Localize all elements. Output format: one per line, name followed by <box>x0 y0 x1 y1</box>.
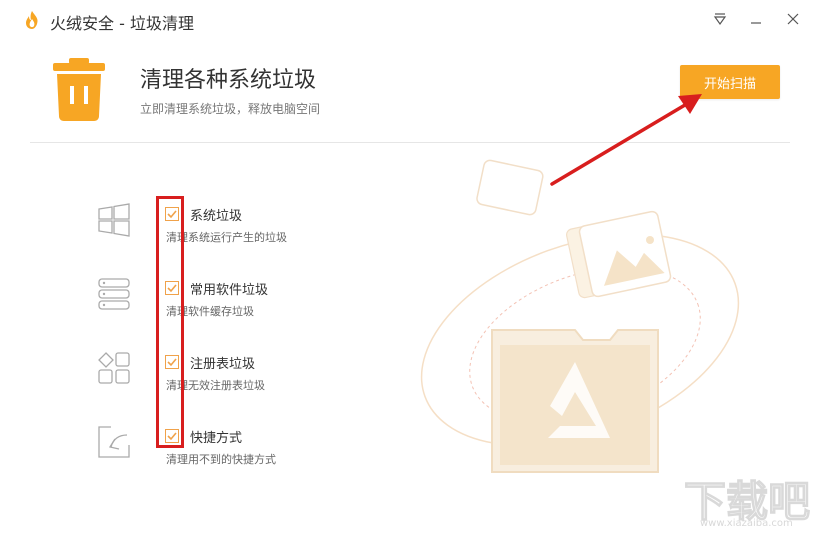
item-title: 常用软件垃圾 <box>190 283 269 298</box>
menu-dropdown-icon <box>713 13 727 26</box>
item-title: 快捷方式 <box>190 431 243 446</box>
window-title: 火绒安全 - 垃圾清理 <box>50 14 194 33</box>
page-subtitle: 立即清理系统垃圾，释放电脑空间 <box>140 102 321 116</box>
list-item-system-junk: 系统垃圾 清理系统运行产生的垃圾 <box>0 203 420 263</box>
shortcut-icon <box>98 426 130 458</box>
item-title: 系统垃圾 <box>190 209 243 224</box>
windows-icon <box>98 203 130 237</box>
trash-bin-icon <box>53 58 105 121</box>
close-icon <box>787 13 799 25</box>
item-title: 注册表垃圾 <box>190 357 256 372</box>
minimize-icon <box>751 22 761 24</box>
close-button[interactable] <box>782 8 804 30</box>
page-title: 清理各种系统垃圾 <box>140 68 317 93</box>
item-description: 清理系统运行产生的垃圾 <box>166 231 287 244</box>
annotation-arrow <box>550 94 702 186</box>
huorong-logo-icon <box>26 11 38 29</box>
registry-icon <box>98 352 130 384</box>
item-description: 清理用不到的快捷方式 <box>166 453 276 466</box>
minimize-button[interactable] <box>745 8 767 30</box>
menu-button[interactable] <box>709 8 731 30</box>
list-item-shortcuts: 快捷方式 清理用不到的快捷方式 <box>0 425 420 485</box>
watermark-url: www.xiazaiba.com <box>700 518 793 529</box>
database-icon <box>98 278 130 310</box>
list-item-software-junk: 常用软件垃圾 清理软件缓存垃圾 <box>0 277 420 337</box>
title-bar: 火绒安全 - 垃圾清理 <box>0 0 820 40</box>
list-item-registry-junk: 注册表垃圾 清理无效注册表垃圾 <box>0 351 420 411</box>
annotation-highlight-box <box>156 196 184 448</box>
